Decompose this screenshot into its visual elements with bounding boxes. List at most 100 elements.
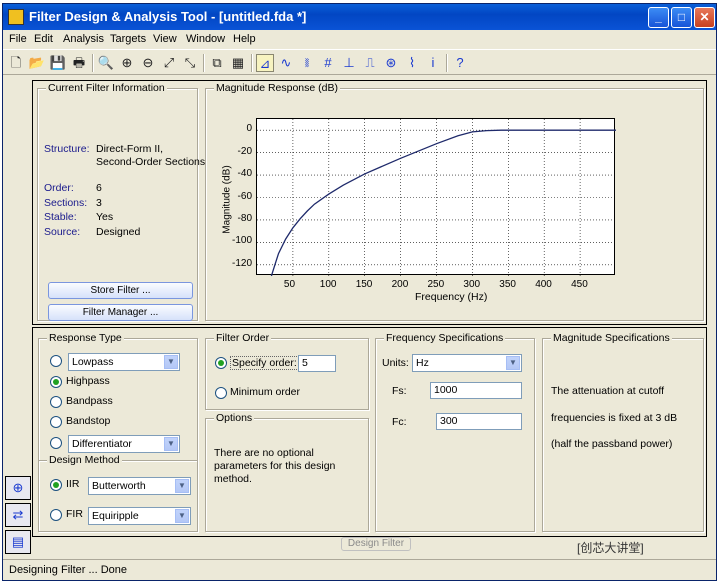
source-label: Source: [44,226,81,238]
menu-window[interactable]: Window [186,33,225,45]
step-icon[interactable]: ⎍ [361,54,379,72]
open-icon[interactable]: 📂 [28,54,46,72]
x-tick-label: 100 [319,279,337,290]
iir-method-value: Butterworth [92,480,146,492]
frequency-specs-title: Frequency Specifications [384,332,506,344]
magnitude-plot-axes[interactable] [256,118,616,277]
fir-radio[interactable] [50,509,62,521]
title-bar[interactable]: Filter Design & Analysis Tool - [untitle… [3,4,716,30]
store-filter-button[interactable]: Store Filter ... [48,282,193,299]
sections-label: Sections: [44,197,88,209]
menu-help[interactable]: Help [233,33,256,45]
options-text-line2: parameters for this design [214,460,336,472]
fir-label[interactable]: FIR [66,508,83,520]
x-axis-label: Frequency (Hz) [415,291,488,303]
zoom-in-icon[interactable]: ⊕ [118,54,136,72]
filter-order-group: Filter Order Specify order: 5 Minimum or… [205,332,369,410]
response-type-title: Response Type [47,332,124,344]
options-title: Options [214,412,255,424]
highpass-radio[interactable] [50,376,62,388]
menu-bar: File Edit Analysis Targets View Window H… [3,31,716,48]
fc-input[interactable]: 300 [436,413,522,430]
bandstop-label[interactable]: Bandstop [66,415,110,427]
fir-method-select[interactable]: Equiripple ▼ [88,507,191,525]
coefficients-icon[interactable]: ⌇ [403,54,421,72]
specify-order-radio[interactable] [215,357,227,369]
highpass-label[interactable]: Highpass [66,375,110,387]
group-delay-icon[interactable]: # [319,54,337,72]
phase-icon[interactable]: ∿ [277,54,295,72]
save-icon[interactable]: 💾 [49,54,67,72]
info-icon[interactable]: i [424,54,442,72]
units-label: Units: [382,357,409,369]
fs-input[interactable]: 1000 [430,382,522,399]
design-filter-icon[interactable]: ▦ [229,54,247,72]
filter-manager-button[interactable]: Filter Manager ... [48,304,193,321]
differentiator-select[interactable]: Differentiator ▼ [68,435,180,453]
toolbar-separator [251,54,253,72]
zoom-y-icon[interactable]: ⤢ [160,54,178,72]
bandstop-radio[interactable] [50,416,62,428]
lowpass-select-value: Lowpass [72,356,114,368]
x-tick-label: 50 [283,279,296,290]
chevron-down-icon: ▼ [164,437,178,451]
iir-label[interactable]: IIR [66,478,79,490]
pole-zero-icon[interactable]: ⊛ [382,54,400,72]
new-icon[interactable]: 🗋 [7,54,25,72]
print-preview-icon[interactable]: 🔍 [97,54,115,72]
toolbar: 🗋 📂 💾 🖶 🔍 ⊕ ⊖ ⤢ ⤡ ⧉ ▦ ⊿ ∿ ⧚ # ⊥ ⎍ ⊛ ⌇ i? [3,49,716,75]
lowpass-radio[interactable] [50,355,62,367]
menu-analysis[interactable]: Analysis [63,33,104,45]
fdatool-window: Filter Design & Analysis Tool - [untitle… [2,3,717,581]
maximize-button[interactable]: □ [671,7,692,28]
y-tick-label: -20 [237,145,252,157]
toolbar-separator [203,54,205,72]
mag-phase-icon[interactable]: ⧚ [298,54,316,72]
magnitude-specs-title: Magnitude Specifications [551,332,672,344]
menu-edit[interactable]: Edit [34,33,53,45]
differentiator-radio[interactable] [50,437,62,449]
options-text-line1: There are no optional [214,447,314,459]
chevron-down-icon: ▼ [506,356,520,370]
menu-view[interactable]: View [153,33,177,45]
transform-side-button[interactable]: ⇄ [5,503,31,527]
new-figure-icon[interactable]: ⧉ [208,54,226,72]
menu-targets[interactable]: Targets [110,33,146,45]
close-button[interactable]: ✕ [694,7,715,28]
x-tick-label: 450 [571,279,588,290]
x-tick-label: 400 [535,279,552,290]
current-filter-info-title: Current Filter Information [46,82,167,94]
order-input[interactable]: 5 [298,355,336,372]
menu-file[interactable]: File [9,33,27,45]
print-icon[interactable]: 🖶 [70,54,88,72]
bandpass-radio[interactable] [50,396,62,408]
design-filter-button[interactable]: Design Filter [341,537,411,551]
watermark-text: [创芯大讲堂] [577,541,644,555]
toolbar-separator [92,54,94,72]
stable-value: Yes [96,211,114,223]
matlab-app-icon [8,9,24,25]
y-tick-label: 0 [246,123,252,135]
iir-radio[interactable] [50,479,62,491]
y-tick-label: -60 [237,190,252,202]
lowpass-select[interactable]: Lowpass ▼ [68,353,180,371]
full-view-icon[interactable]: ⤡ [181,54,199,72]
units-select[interactable]: Hz ▼ [412,354,522,372]
status-text: Designing Filter ... Done [9,564,127,576]
whats-this-icon[interactable]: ? [451,54,469,72]
zoom-x-icon[interactable]: ⊖ [139,54,157,72]
minimum-order-label[interactable]: Minimum order [230,386,300,398]
minimum-order-radio[interactable] [215,387,227,399]
impulse-icon[interactable]: ⊥ [340,54,358,72]
import-side-button[interactable]: ▤ [5,530,31,554]
magnitude-plot-svg [257,119,616,277]
design-method-group: Design Method IIR Butterworth ▼ FIR Equir… [38,454,198,532]
filter-spec-side-button[interactable]: ⊕ [5,476,31,500]
minimize-button[interactable]: _ [648,7,669,28]
magnitude-icon[interactable]: ⊿ [256,54,274,72]
iir-method-select[interactable]: Butterworth ▼ [88,477,191,495]
specify-order-label[interactable]: Specify order: [230,356,299,370]
bandpass-label[interactable]: Bandpass [66,395,113,407]
order-label: Order: [44,182,74,194]
toolbar-separator [446,54,448,72]
